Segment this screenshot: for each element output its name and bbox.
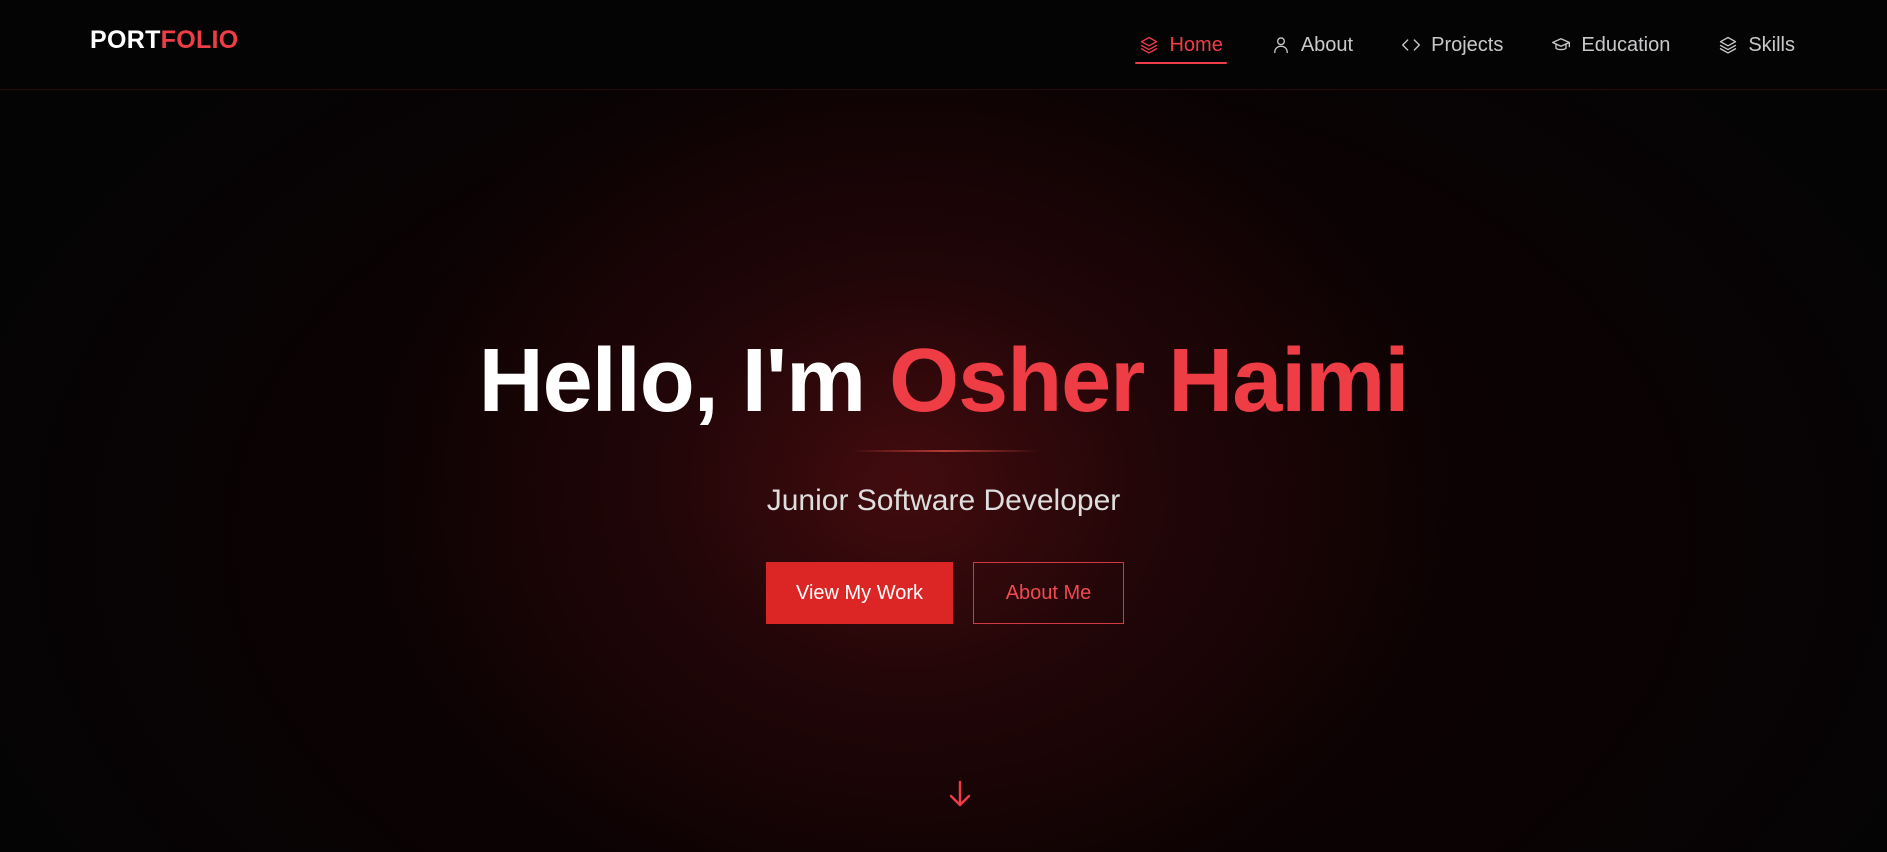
layers-icon	[1720, 36, 1737, 54]
about-me-button[interactable]: About Me	[973, 562, 1124, 624]
view-my-work-button[interactable]: View My Work	[766, 562, 953, 624]
user-icon	[1273, 37, 1288, 54]
nav-links: Home About Projects Education Skills	[1135, 0, 1795, 90]
scroll-down-button[interactable]	[946, 778, 974, 810]
brand-part-1: PORT	[90, 26, 161, 54]
hero-greeting: Hello, I'm	[478, 331, 890, 431]
top-navbar: PORTFOLIO Home About Projects Education …	[0, 0, 1887, 90]
brand-part-2: FOLIO	[160, 26, 239, 54]
hero-subtitle: Junior Software Developer	[766, 484, 1121, 517]
nav-item-label: Education	[1581, 33, 1671, 56]
nav-item-skills[interactable]: Skills	[1718, 0, 1795, 90]
layers-icon	[1141, 36, 1158, 54]
graduation-cap-icon	[1552, 38, 1571, 51]
hero-name: Osher Haimi	[889, 331, 1409, 431]
nav-item-label: Projects	[1431, 33, 1504, 56]
nav-item-home[interactable]: Home	[1135, 0, 1228, 90]
arrow-down-icon	[949, 780, 971, 807]
nav-item-education[interactable]: Education	[1551, 0, 1670, 90]
hero-headline: Hello, I'm Osher Haimi	[0, 330, 1887, 433]
nav-item-label: Skills	[1748, 33, 1795, 56]
nav-item-about[interactable]: About	[1271, 0, 1353, 90]
nav-item-label: About	[1300, 33, 1354, 56]
hero-section: Hello, I'm Osher Haimi Junior Software D…	[0, 90, 1887, 852]
nav-item-label: Home	[1169, 33, 1223, 56]
brand-logo[interactable]: PORTFOLIO	[90, 26, 239, 55]
code-icon	[1402, 39, 1421, 51]
nav-item-projects[interactable]: Projects	[1401, 0, 1503, 90]
hero-divider	[850, 450, 1040, 452]
